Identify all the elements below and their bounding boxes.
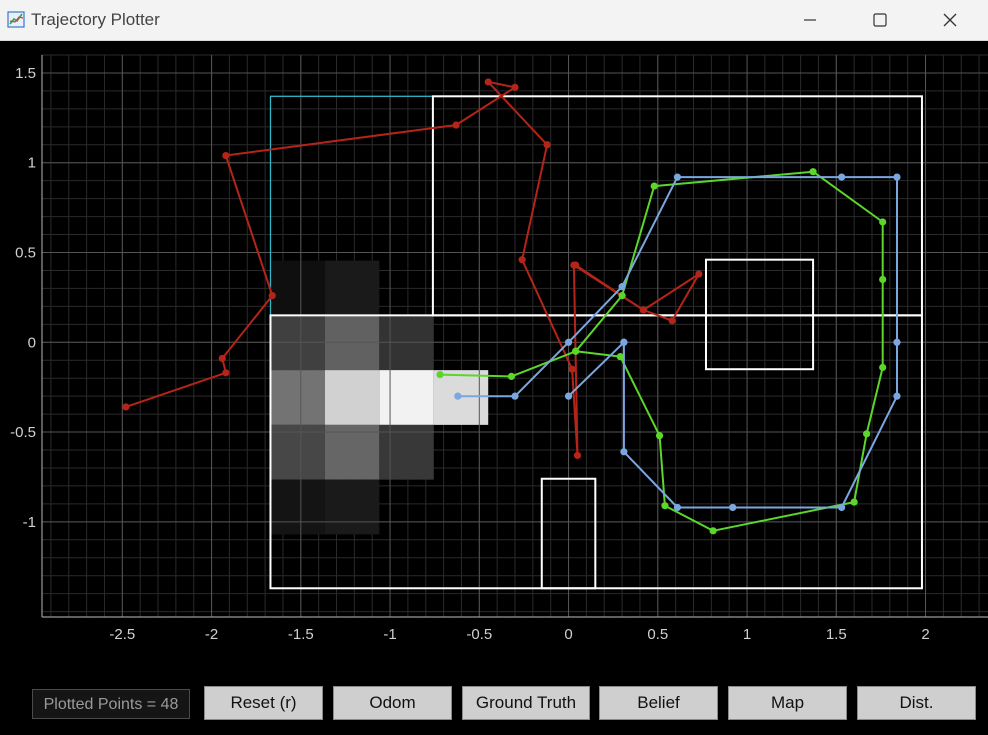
y-tick-label: 1 (28, 155, 36, 172)
belief-point (838, 173, 846, 181)
close-button[interactable] (920, 0, 980, 40)
odom-point (484, 78, 492, 86)
odom-point (543, 141, 551, 149)
ground-truth-point (650, 182, 658, 190)
ground-truth-button[interactable]: Ground Truth (462, 686, 590, 720)
odom-point (668, 317, 676, 325)
x-tick-label: -2.5 (109, 626, 135, 643)
ground-truth-point (655, 432, 664, 440)
y-tick-label: -0.5 (10, 424, 36, 441)
x-tick-label: -2 (205, 626, 218, 643)
x-tick-label: 0.5 (647, 626, 668, 643)
y-tick-label: 1.5 (15, 65, 36, 82)
chart-app-icon (7, 11, 25, 28)
ground-truth-point (809, 168, 817, 176)
belief-point (454, 392, 462, 400)
belief-heatmap-cell (270, 479, 325, 535)
ground-truth-point (879, 363, 887, 372)
title-bar: Trajectory Plotter (0, 0, 988, 41)
odom-point (268, 292, 276, 300)
control-bar: Plotted Points = 48 Reset (r) Odom Groun… (0, 681, 988, 735)
belief-point (838, 503, 846, 512)
belief-point (564, 392, 573, 400)
map-wall (431, 95, 923, 317)
odom-point (511, 83, 519, 91)
belief-point (620, 448, 628, 456)
plot-area[interactable]: -2.5 -2 -1.5 -1 -0.5 0 0.5 1 1.5 2 1.5 1 0.5 0 -0.5 -1 (0, 41, 988, 681)
odom-point (573, 451, 582, 460)
belief-heatmap-cell (379, 370, 434, 425)
belief-point (729, 503, 737, 512)
ground-truth-point (618, 292, 626, 300)
odom-point (122, 403, 130, 411)
ground-truth-point (616, 353, 624, 361)
x-tick-label: -1 (383, 626, 396, 643)
odom-button[interactable]: Odom (333, 686, 452, 720)
ground-truth-point (709, 527, 717, 535)
ground-truth-point (879, 218, 887, 226)
belief-heatmap-cell (324, 370, 380, 425)
belief-point (893, 173, 901, 181)
x-tick-label: -0.5 (466, 626, 492, 643)
odom-point (222, 369, 230, 377)
ground-truth-point (436, 371, 444, 379)
odom-point (695, 270, 703, 278)
belief-heatmap-cell (324, 260, 380, 316)
belief-button[interactable]: Belief (599, 686, 718, 720)
ground-truth-point (850, 498, 858, 506)
ground-truth-trajectory-line (439, 170, 884, 532)
odom-point (572, 261, 580, 269)
ground-truth-point (661, 502, 669, 510)
belief-point (620, 338, 628, 346)
dist-button[interactable]: Dist. (857, 686, 976, 720)
y-tick-label: -1 (23, 514, 36, 531)
belief-point (618, 283, 626, 291)
x-tick-label: 0 (564, 626, 572, 643)
belief-heatmap-cell (324, 424, 380, 480)
ground-truth-point (879, 275, 887, 284)
minimize-icon (804, 19, 816, 21)
belief-point (564, 338, 573, 346)
belief-heatmap-cell (379, 424, 434, 480)
odom-point (218, 354, 226, 363)
odom-point (639, 306, 648, 314)
maximize-icon (873, 13, 887, 27)
window-title: Trajectory Plotter (31, 10, 160, 29)
belief-heatmap-cell (270, 260, 325, 316)
belief-point (893, 338, 901, 346)
x-tick-label: 1 (743, 626, 751, 643)
reset-button[interactable]: Reset (r) (204, 686, 323, 720)
y-tick-label: 0.5 (15, 245, 36, 262)
odom-point (222, 151, 230, 160)
belief-point (511, 392, 519, 400)
ground-truth-point (863, 430, 871, 438)
odom-point (568, 365, 576, 373)
odom-point (518, 256, 526, 264)
x-tick-label: 2 (921, 626, 929, 643)
x-tick-label: 1.5 (826, 626, 847, 643)
belief-heatmap-cell (324, 479, 380, 535)
belief-point (673, 173, 682, 181)
maximize-button[interactable] (850, 0, 910, 40)
minimize-button[interactable] (780, 0, 840, 40)
y-tick-label: 0 (28, 334, 36, 351)
plotted-points-readout: Plotted Points = 48 (32, 689, 190, 719)
map-button[interactable]: Map (728, 686, 847, 720)
trajectory-plot[interactable]: -2.5 -2 -1.5 -1 -0.5 0 0.5 1 1.5 2 1.5 1 0.5 0 -0.5 -1 (0, 41, 988, 681)
belief-heatmap-cell (270, 370, 325, 425)
belief-point (673, 503, 682, 512)
belief-heatmap-cell (270, 424, 325, 480)
ground-truth-point (572, 347, 580, 355)
close-icon (943, 13, 957, 27)
odom-point (452, 121, 460, 129)
x-tick-label: -1.5 (288, 626, 314, 643)
belief-point (893, 392, 901, 400)
ground-truth-point (507, 372, 516, 380)
